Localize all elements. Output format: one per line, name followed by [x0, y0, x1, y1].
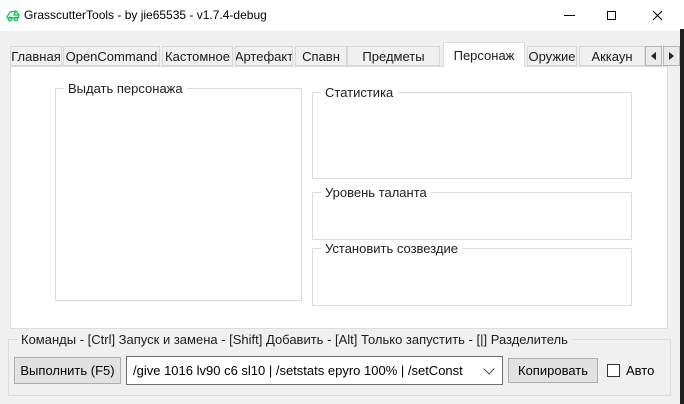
- minimize-button[interactable]: [550, 0, 588, 31]
- tab-scroll-left-button[interactable]: [645, 46, 662, 66]
- tab-main[interactable]: Главная: [10, 46, 62, 66]
- tab-spawn[interactable]: Спавн: [295, 46, 347, 66]
- commands-group-title: Команды - [Ctrl] Запуск и замена - [Shif…: [17, 332, 572, 347]
- tab-custom[interactable]: Кастомное: [162, 46, 233, 66]
- app-window: GrasscutterTools - by jie65535 - v1.7.4-…: [0, 0, 684, 404]
- tab-scroll-right-button[interactable]: [663, 46, 680, 66]
- close-icon: [652, 10, 663, 21]
- background-edge: [680, 29, 684, 404]
- tab-artifact[interactable]: Артефакт: [235, 46, 293, 66]
- title-bar: GrasscutterTools - by jie65535 - v1.7.4-…: [0, 0, 684, 31]
- tab-account[interactable]: Аккаун: [579, 46, 645, 66]
- window-title: GrasscutterTools - by jie65535 - v1.7.4-…: [24, 8, 267, 22]
- give-character-group-title: Выдать персонажа: [64, 81, 187, 96]
- close-button[interactable]: [638, 0, 676, 31]
- minimize-icon: [564, 15, 575, 16]
- maximize-button[interactable]: [592, 0, 630, 31]
- set-constellation-group-title: Установить созвездие: [321, 241, 462, 256]
- talent-level-group-title: Уровень таланта: [321, 185, 431, 200]
- tab-weapon[interactable]: Оружие: [527, 46, 577, 66]
- tab-scroll-left-icon: [651, 52, 656, 60]
- give-character-group: Выдать персонажа: [55, 88, 302, 301]
- statistics-group-title: Статистика: [321, 85, 397, 100]
- maximize-icon: [607, 11, 616, 20]
- talent-level-group: Уровень таланта: [312, 192, 632, 240]
- set-constellation-group: Установить созвездие: [312, 248, 632, 306]
- tab-scroll-right-icon: [669, 52, 674, 60]
- statistics-group: Статистика: [312, 92, 632, 179]
- app-icon: [5, 7, 21, 23]
- tab-opencommand[interactable]: OpenCommand: [63, 46, 160, 66]
- tab-character[interactable]: Персонаж: [443, 42, 525, 67]
- commands-group: Команды - [Ctrl] Запуск и замена - [Shif…: [8, 339, 671, 396]
- tab-items[interactable]: Предметы: [347, 46, 440, 66]
